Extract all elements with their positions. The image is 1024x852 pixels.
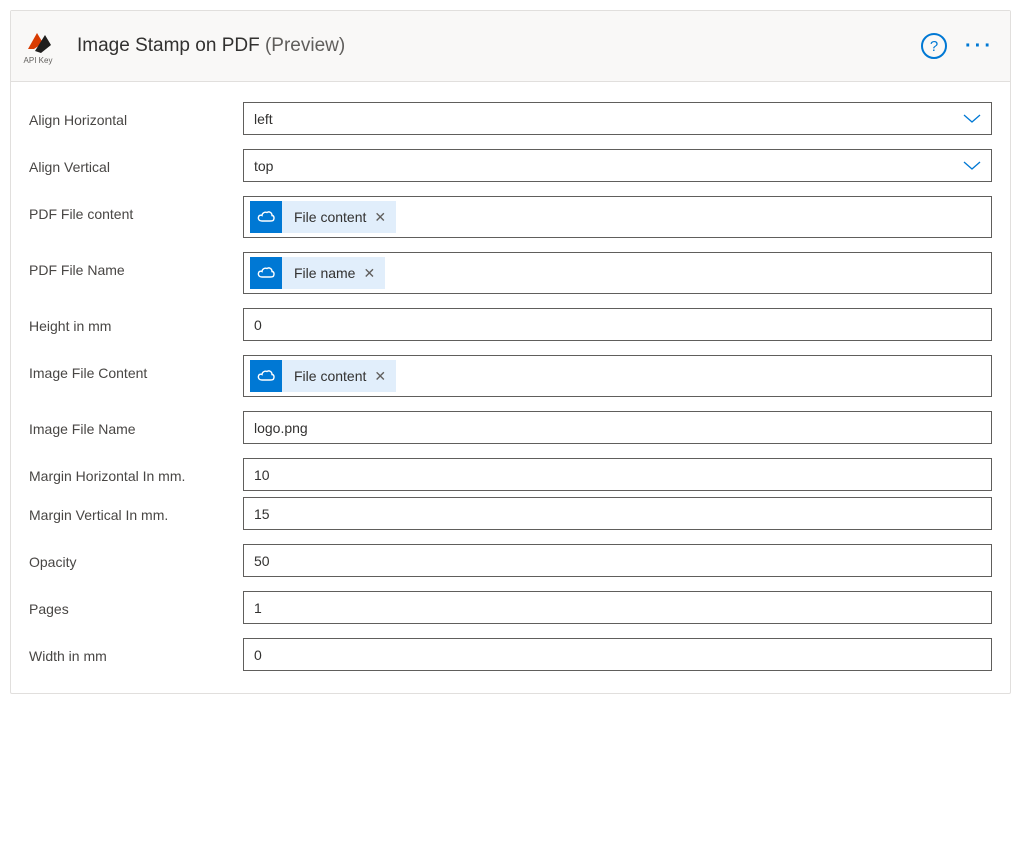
cloud-icon — [250, 360, 282, 392]
input-width-mm-field[interactable] — [254, 647, 981, 663]
token-file-content[interactable]: File content ✕ — [250, 201, 396, 233]
row-pdf-name: PDF File Name File name ✕ — [29, 252, 992, 294]
row-image-name: Image File Name — [29, 411, 992, 444]
label-height-mm: Height in mm — [29, 308, 243, 336]
row-opacity: Opacity — [29, 544, 992, 577]
input-height-mm[interactable] — [243, 308, 992, 341]
label-image-name: Image File Name — [29, 411, 243, 439]
token-remove-button[interactable]: ✕ — [372, 210, 388, 224]
action-card: API Key Image Stamp on PDF (Preview) ? ·… — [10, 10, 1011, 694]
input-margin-horizontal-field[interactable] — [254, 467, 981, 483]
title-main: Image Stamp on PDF — [77, 35, 260, 56]
connector-icon: API Key — [11, 19, 65, 73]
input-pdf-name[interactable]: File name ✕ — [243, 252, 992, 294]
card-title: Image Stamp on PDF (Preview) — [77, 35, 909, 57]
label-image-content: Image File Content — [29, 355, 243, 383]
row-height-mm: Height in mm — [29, 308, 992, 341]
label-margin-horizontal: Margin Horizontal In mm. — [29, 458, 243, 486]
card-body: Align Horizontal left Align Vertical top — [11, 82, 1010, 693]
select-value: left — [254, 111, 273, 127]
input-pdf-content[interactable]: File content ✕ — [243, 196, 992, 238]
header-actions: ? ··· — [921, 33, 998, 59]
token-file-name[interactable]: File name ✕ — [250, 257, 385, 289]
more-button[interactable]: ··· — [961, 36, 998, 56]
chevron-down-icon — [963, 161, 981, 171]
card-header: API Key Image Stamp on PDF (Preview) ? ·… — [11, 11, 1010, 82]
token-remove-button[interactable]: ✕ — [361, 266, 377, 280]
token-label: File name — [282, 265, 361, 281]
select-value: top — [254, 158, 273, 174]
row-align-horizontal: Align Horizontal left — [29, 102, 992, 135]
api-key-label: API Key — [24, 57, 53, 65]
input-pages-field[interactable] — [254, 600, 981, 616]
label-width-mm: Width in mm — [29, 638, 243, 666]
label-margin-vertical: Margin Vertical In mm. — [29, 497, 243, 525]
ellipsis-icon: ··· — [965, 35, 994, 57]
row-margin-vertical: Margin Vertical In mm. — [29, 497, 992, 530]
row-width-mm: Width in mm — [29, 638, 992, 671]
help-button[interactable]: ? — [921, 33, 947, 59]
help-icon: ? — [930, 38, 938, 55]
input-image-name-field[interactable] — [254, 420, 981, 436]
chevron-down-icon — [963, 114, 981, 124]
select-align-horizontal[interactable]: left — [243, 102, 992, 135]
input-width-mm[interactable] — [243, 638, 992, 671]
input-height-mm-field[interactable] — [254, 317, 981, 333]
input-margin-vertical[interactable] — [243, 497, 992, 530]
cloud-icon — [250, 257, 282, 289]
label-pages: Pages — [29, 591, 243, 619]
label-align-horizontal: Align Horizontal — [29, 102, 243, 130]
title-suffix: (Preview) — [265, 35, 345, 56]
cloud-icon — [250, 201, 282, 233]
token-file-content[interactable]: File content ✕ — [250, 360, 396, 392]
row-margin-horizontal: Margin Horizontal In mm. — [29, 458, 992, 491]
label-pdf-name: PDF File Name — [29, 252, 243, 280]
label-opacity: Opacity — [29, 544, 243, 572]
input-image-content[interactable]: File content ✕ — [243, 355, 992, 397]
row-align-vertical: Align Vertical top — [29, 149, 992, 182]
row-pages: Pages — [29, 591, 992, 624]
input-pages[interactable] — [243, 591, 992, 624]
label-align-vertical: Align Vertical — [29, 149, 243, 177]
token-label: File content — [282, 209, 372, 225]
input-margin-horizontal[interactable] — [243, 458, 992, 491]
input-opacity[interactable] — [243, 544, 992, 577]
row-pdf-content: PDF File content File content ✕ — [29, 196, 992, 238]
input-opacity-field[interactable] — [254, 553, 981, 569]
select-align-vertical[interactable]: top — [243, 149, 992, 182]
label-pdf-content: PDF File content — [29, 196, 243, 224]
row-image-content: Image File Content File content ✕ — [29, 355, 992, 397]
input-margin-vertical-field[interactable] — [254, 506, 981, 522]
input-image-name[interactable] — [243, 411, 992, 444]
token-remove-button[interactable]: ✕ — [372, 369, 388, 383]
token-label: File content — [282, 368, 372, 384]
